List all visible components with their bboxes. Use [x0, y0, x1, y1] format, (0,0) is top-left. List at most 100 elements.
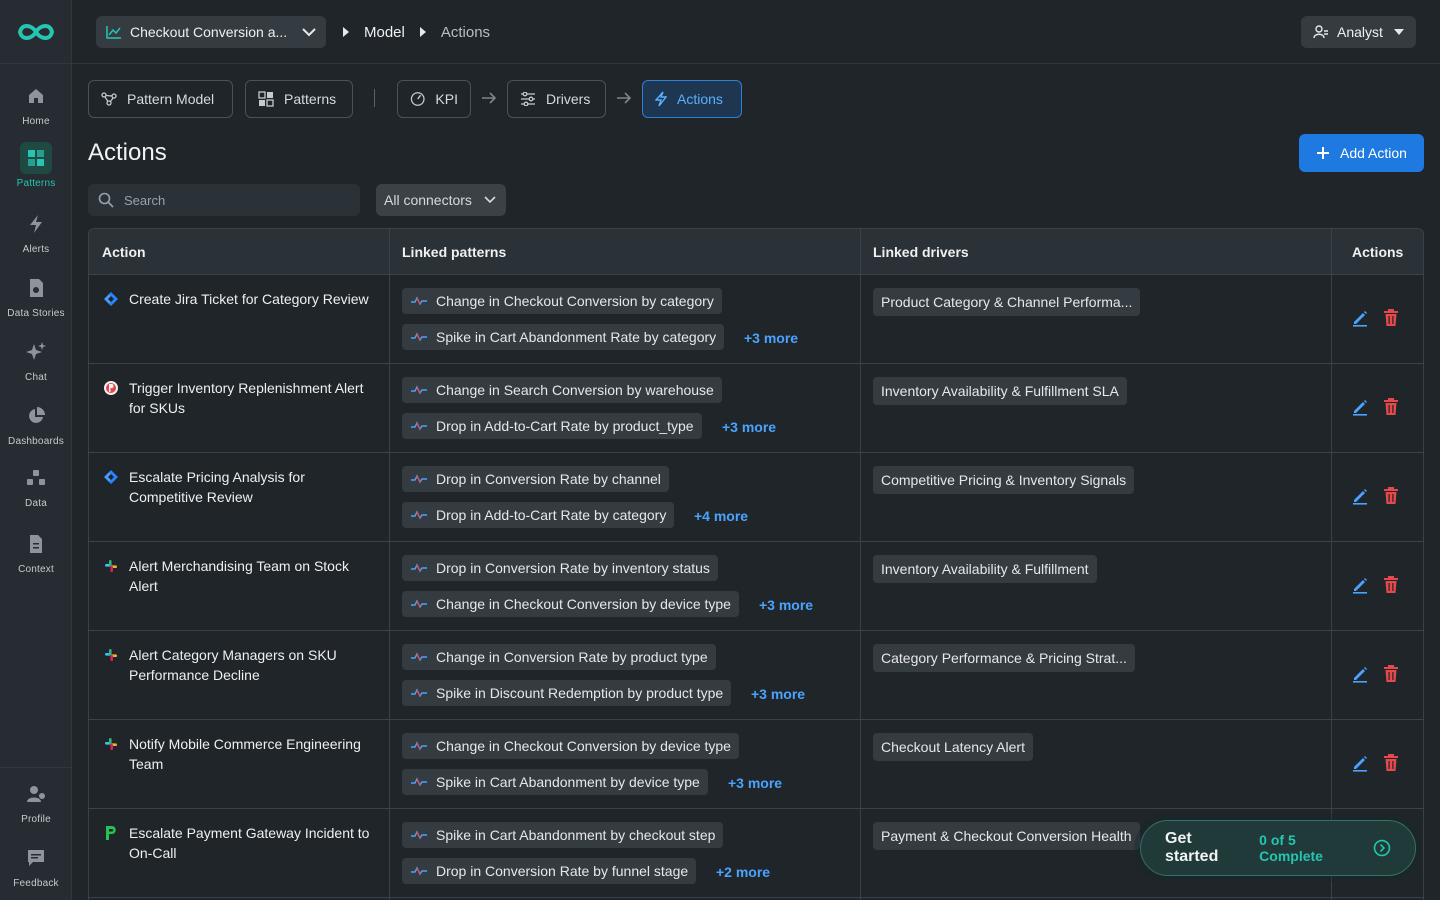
action-name[interactable]: Escalate Payment Gateway Incident to On-… [129, 823, 375, 863]
app-logo[interactable] [0, 0, 71, 64]
delete-icon[interactable] [1383, 754, 1399, 772]
linked-pattern-chip[interactable]: Spike in Cart Abandonment by device type [402, 769, 708, 795]
column-header-linked-drivers[interactable]: Linked drivers [873, 229, 969, 275]
linked-pattern-chip[interactable]: Drop in Conversion Rate by channel [402, 466, 669, 492]
sidebar-item-data-stories[interactable]: Data Stories [0, 272, 72, 319]
linked-driver-chip[interactable]: Payment & Checkout Conversion Health [873, 822, 1140, 850]
table-row[interactable]: Escalate Pricing Analysis for Competitiv… [89, 453, 1423, 542]
sidebar: Home Patterns Alerts Data Stories Chat D… [0, 0, 72, 900]
action-name[interactable]: Escalate Pricing Analysis for Competitiv… [129, 467, 375, 507]
table-row[interactable]: Alert Category Managers on SKU Performan… [89, 631, 1423, 720]
role-select[interactable]: Analyst [1301, 16, 1416, 48]
action-name[interactable]: Trigger Inventory Replenishment Alert fo… [129, 378, 375, 418]
arrow-right-icon [617, 92, 632, 104]
linked-pattern-chip[interactable]: Spike in Discount Redemption by product … [402, 680, 732, 706]
linked-pattern-chip[interactable]: Spike in Cart Abandonment by checkout st… [402, 822, 724, 848]
action-name[interactable]: Notify Mobile Commerce Engineering Team [129, 734, 375, 774]
sidebar-item-profile[interactable]: Profile [0, 778, 72, 825]
action-cell: Escalate Payment Gateway Incident to On-… [103, 823, 375, 863]
sidebar-item-dashboards[interactable]: Dashboards [0, 400, 72, 447]
linked-pattern-label: Change in Checkout Conversion by device … [436, 738, 731, 754]
linked-pattern-chip[interactable]: Change in Conversion Rate by product typ… [402, 644, 716, 670]
edit-icon[interactable] [1351, 576, 1369, 594]
sidebar-item-context[interactable]: Context [0, 528, 72, 575]
column-header-action[interactable]: Action [102, 229, 146, 275]
action-name[interactable]: Alert Merchandising Team on Stock Alert [129, 556, 375, 596]
linked-pattern-chip[interactable]: Change in Checkout Conversion by device … [402, 591, 739, 617]
more-patterns-link[interactable]: +2 more [716, 864, 770, 880]
sidebar-item-feedback[interactable]: Feedback [0, 842, 72, 889]
column-divider [389, 229, 390, 900]
linked-driver-chip[interactable]: Competitive Pricing & Inventory Signals [873, 466, 1135, 494]
profile-icon [20, 778, 52, 810]
trend-icon [411, 741, 427, 751]
user-role-icon [1313, 25, 1328, 39]
tab-drivers[interactable]: Drivers [507, 80, 606, 118]
sidebar-item-patterns[interactable]: Patterns [0, 142, 72, 189]
slack-connector-icon [103, 558, 119, 596]
more-patterns-link[interactable]: +3 more [751, 686, 805, 702]
sidebar-item-alerts[interactable]: Alerts [0, 208, 72, 255]
linked-driver-chip[interactable]: Product Category & Channel Performa... [873, 288, 1141, 316]
sidebar-item-home[interactable]: Home [0, 80, 72, 127]
delete-icon[interactable] [1383, 576, 1399, 594]
linked-pattern-chip[interactable]: Change in Checkout Conversion by categor… [402, 288, 722, 314]
linked-pattern-chip[interactable]: Drop in Conversion Rate by inventory sta… [402, 555, 718, 581]
sidebar-divider [0, 767, 72, 768]
patterns-icon [258, 91, 274, 107]
search-input[interactable] [124, 192, 344, 208]
linked-pattern-label: Drop in Conversion Rate by inventory sta… [436, 560, 710, 576]
chevron-down-icon [484, 196, 496, 204]
linked-driver-chip[interactable]: Checkout Latency Alert [873, 733, 1033, 761]
more-patterns-link[interactable]: +3 more [744, 330, 798, 346]
action-name[interactable]: Create Jira Ticket for Category Review [129, 289, 369, 312]
trend-icon [411, 563, 427, 573]
more-patterns-link[interactable]: +3 more [728, 775, 782, 791]
action-name[interactable]: Alert Category Managers on SKU Performan… [129, 645, 375, 685]
column-header-actions: Actions [1352, 244, 1404, 260]
pie-chart-icon [20, 400, 52, 432]
add-action-button[interactable]: Add Action [1299, 134, 1424, 172]
edit-icon[interactable] [1351, 487, 1369, 505]
edit-icon[interactable] [1351, 665, 1369, 683]
linked-driver-chip[interactable]: Inventory Availability & Fulfillment [873, 555, 1097, 583]
tab-patterns[interactable]: Patterns [245, 80, 353, 118]
edit-icon[interactable] [1351, 754, 1369, 772]
delete-icon[interactable] [1383, 665, 1399, 683]
linked-pattern-chip[interactable]: Drop in Add-to-Cart Rate by category [402, 502, 675, 528]
delete-icon[interactable] [1383, 309, 1399, 327]
tab-kpi[interactable]: KPI [397, 80, 471, 118]
table-row[interactable]: Create Jira Ticket for Category Review C… [89, 275, 1423, 364]
delete-icon[interactable] [1383, 487, 1399, 505]
linked-pattern-chip[interactable]: Change in Search Conversion by warehouse [402, 377, 722, 403]
top-bar: Checkout Conversion a... Model Actions A… [72, 0, 1440, 64]
linked-driver-chip[interactable]: Inventory Availability & Fulfillment SLA [873, 377, 1127, 405]
sidebar-item-data[interactable]: Data [0, 462, 72, 509]
linked-pattern-chip[interactable]: Change in Checkout Conversion by device … [402, 733, 739, 759]
slack-connector-icon [103, 647, 119, 685]
breadcrumb-model[interactable]: Model [364, 24, 405, 41]
tab-pattern-model[interactable]: Pattern Model [88, 80, 233, 118]
tab-label: KPI [435, 91, 458, 107]
linked-driver-chip[interactable]: Category Performance & Pricing Strat... [873, 644, 1135, 672]
trend-icon [411, 385, 427, 395]
linked-pattern-chip[interactable]: Spike in Cart Abandonment Rate by catego… [402, 324, 725, 350]
column-header-linked-patterns[interactable]: Linked patterns [402, 229, 506, 275]
table-row[interactable]: Notify Mobile Commerce Engineering Team … [89, 720, 1423, 809]
linked-pattern-chip[interactable]: Drop in Conversion Rate by funnel stage [402, 858, 697, 884]
get-started-widget[interactable]: Get started 0 of 5 Complete [1140, 820, 1416, 876]
sidebar-item-chat[interactable]: Chat [0, 336, 72, 383]
connector-filter[interactable]: All connectors [376, 184, 506, 216]
project-select[interactable]: Checkout Conversion a... [96, 16, 326, 48]
edit-icon[interactable] [1351, 309, 1369, 327]
delete-icon[interactable] [1383, 398, 1399, 416]
edit-icon[interactable] [1351, 398, 1369, 416]
linked-pattern-chip[interactable]: Drop in Add-to-Cart Rate by product_type [402, 413, 702, 439]
tab-actions[interactable]: Actions [642, 80, 742, 118]
role-label: Analyst [1337, 24, 1383, 40]
more-patterns-link[interactable]: +3 more [759, 597, 813, 613]
table-row[interactable]: Alert Merchandising Team on Stock Alert … [89, 542, 1423, 631]
more-patterns-link[interactable]: +4 more [694, 508, 748, 524]
table-row[interactable]: Trigger Inventory Replenishment Alert fo… [89, 364, 1423, 453]
more-patterns-link[interactable]: +3 more [722, 419, 776, 435]
